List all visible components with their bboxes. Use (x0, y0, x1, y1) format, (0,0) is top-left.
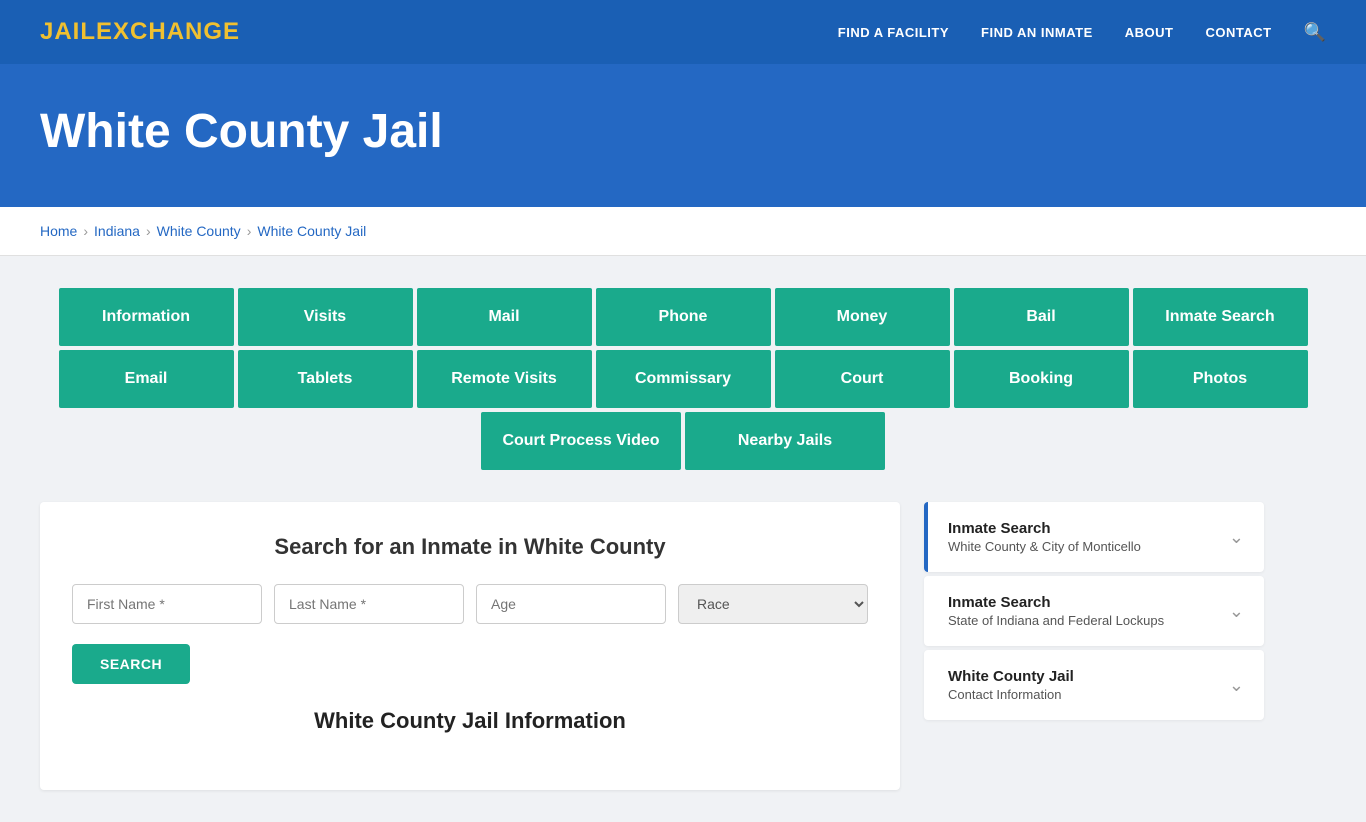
btn-money[interactable]: Money (775, 288, 950, 346)
sidebar-item-subtitle-0: White County & City of Monticello (948, 539, 1141, 554)
breadcrumb-current: White County Jail (257, 223, 366, 239)
breadcrumb-indiana[interactable]: Indiana (94, 223, 140, 239)
btn-court[interactable]: Court (775, 350, 950, 408)
btn-court-process-video[interactable]: Court Process Video (481, 412, 681, 470)
btn-information[interactable]: Information (59, 288, 234, 346)
sidebar-item-1[interactable]: Inmate Search State of Indiana and Feder… (924, 576, 1264, 646)
search-fields: Race White Black Hispanic Asian Other (72, 584, 868, 624)
logo-exchange: EXCHANGE (96, 18, 240, 45)
sidebar-item-2[interactable]: White County Jail Contact Information ⌄ (924, 650, 1264, 720)
breadcrumb-home[interactable]: Home (40, 223, 77, 239)
chevron-down-icon-1: ⌄ (1229, 601, 1244, 622)
first-name-input[interactable] (72, 584, 262, 624)
breadcrumb: Home › Indiana › White County › White Co… (0, 207, 1366, 256)
nav-contact[interactable]: CONTACT (1205, 25, 1271, 40)
nav-find-inmate[interactable]: FIND AN INMATE (981, 25, 1093, 40)
age-input[interactable] (476, 584, 666, 624)
search-heading: Search for an Inmate in White County (72, 534, 868, 560)
chevron-down-icon-2: ⌄ (1229, 675, 1244, 696)
sidebar-item-subtitle-2: Contact Information (948, 687, 1074, 702)
btn-tablets[interactable]: Tablets (238, 350, 413, 408)
btn-remote-visits[interactable]: Remote Visits (417, 350, 592, 408)
last-name-input[interactable] (274, 584, 464, 624)
btn-nearby-jails[interactable]: Nearby Jails (685, 412, 885, 470)
sidebar-item-title-1: Inmate Search (948, 594, 1164, 611)
nav-about[interactable]: ABOUT (1125, 25, 1174, 40)
btn-commissary[interactable]: Commissary (596, 350, 771, 408)
btn-photos[interactable]: Photos (1133, 350, 1308, 408)
sidebar: Inmate Search White County & City of Mon… (924, 502, 1264, 790)
hero-banner: White County Jail (0, 64, 1366, 207)
sidebar-item-text-1: Inmate Search State of Indiana and Feder… (948, 594, 1164, 628)
btn-phone[interactable]: Phone (596, 288, 771, 346)
search-icon[interactable]: 🔍 (1304, 22, 1326, 43)
sidebar-item-text-2: White County Jail Contact Information (948, 668, 1074, 702)
btn-visits[interactable]: Visits (238, 288, 413, 346)
sidebar-item-0[interactable]: Inmate Search White County & City of Mon… (924, 502, 1264, 572)
sidebar-item-text-0: Inmate Search White County & City of Mon… (948, 520, 1141, 554)
btn-booking[interactable]: Booking (954, 350, 1129, 408)
search-panel: Search for an Inmate in White County Rac… (40, 502, 900, 790)
content-area: Search for an Inmate in White County Rac… (40, 502, 1326, 790)
main-content: Information Visits Mail Phone Money Bail… (0, 256, 1366, 822)
page-title: White County Jail (40, 104, 1326, 159)
grid-row-3: Court Process Video Nearby Jails (40, 412, 1326, 470)
logo[interactable]: JAILEXCHANGE (40, 18, 240, 46)
search-button[interactable]: SEARCH (72, 644, 190, 684)
nav-find-facility[interactable]: FIND A FACILITY (838, 25, 949, 40)
breadcrumb-white-county[interactable]: White County (157, 223, 241, 239)
main-nav: FIND A FACILITY FIND AN INMATE ABOUT CON… (838, 22, 1326, 43)
chevron-down-icon-0: ⌄ (1229, 527, 1244, 548)
sidebar-item-title-2: White County Jail (948, 668, 1074, 685)
sidebar-item-subtitle-1: State of Indiana and Federal Lockups (948, 613, 1164, 628)
race-select[interactable]: Race White Black Hispanic Asian Other (678, 584, 868, 624)
header: JAILEXCHANGE FIND A FACILITY FIND AN INM… (0, 0, 1366, 64)
sidebar-item-title-0: Inmate Search (948, 520, 1141, 537)
btn-inmate-search[interactable]: Inmate Search (1133, 288, 1308, 346)
breadcrumb-sep-2: › (146, 223, 151, 239)
section-heading: White County Jail Information (72, 708, 868, 734)
grid-row-1: Information Visits Mail Phone Money Bail… (40, 288, 1326, 346)
feature-button-grid: Information Visits Mail Phone Money Bail… (40, 288, 1326, 470)
breadcrumb-sep-3: › (247, 223, 252, 239)
btn-email[interactable]: Email (59, 350, 234, 408)
btn-mail[interactable]: Mail (417, 288, 592, 346)
logo-jail: JAIL (40, 18, 96, 45)
grid-row-2: Email Tablets Remote Visits Commissary C… (40, 350, 1326, 408)
btn-bail[interactable]: Bail (954, 288, 1129, 346)
breadcrumb-sep-1: › (83, 223, 88, 239)
